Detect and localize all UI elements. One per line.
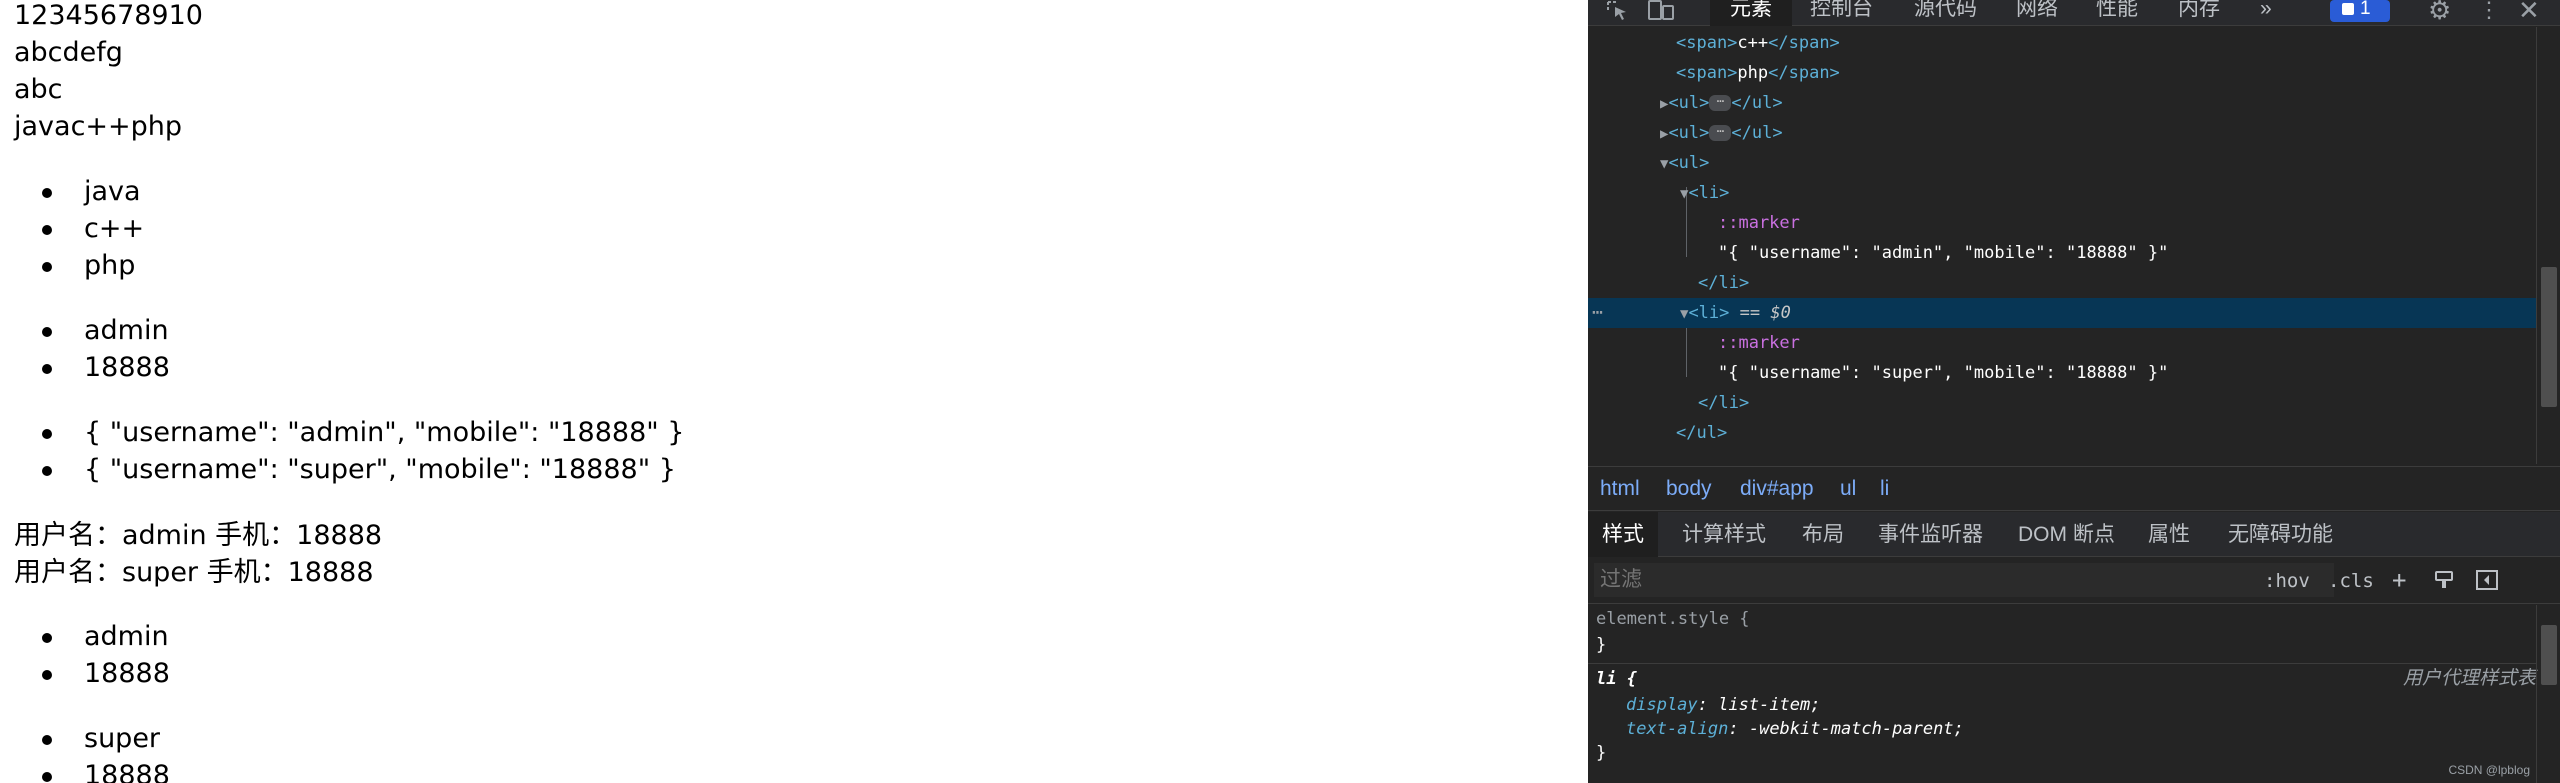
breadcrumb-div-app[interactable]: div#app bbox=[1740, 467, 1814, 510]
breadcrumb-ul[interactable]: ul bbox=[1840, 467, 1856, 510]
tab-sources[interactable]: 源代码 bbox=[1914, 0, 1977, 26]
list-item: 18888 bbox=[42, 349, 170, 386]
list-item: { "username": "super", "mobile": "18888"… bbox=[42, 451, 676, 488]
dom-node-ul[interactable]: ▼<ul> bbox=[1588, 148, 2536, 178]
dom-text-node[interactable]: "{ "username": "super", "mobile": "18888… bbox=[1588, 358, 2536, 388]
dom-pseudo-marker[interactable]: ::marker bbox=[1588, 208, 2536, 238]
list-item: admin bbox=[42, 618, 169, 655]
more-options-icon[interactable]: ⋮ bbox=[2478, 0, 2500, 22]
tab-console[interactable]: 控制台 bbox=[1810, 0, 1873, 26]
user-agent-stylesheet-label: 用户代理样式表 bbox=[2402, 668, 2536, 689]
scrollbar-thumb[interactable] bbox=[2541, 625, 2557, 685]
toggle-sidebar-icon[interactable] bbox=[2476, 570, 2498, 595]
css-declaration[interactable]: display: list-item; bbox=[1596, 693, 1821, 717]
styles-filter-bar: :hov .cls + bbox=[1588, 558, 2560, 604]
user-line: 用户名：super 手机：18888 bbox=[14, 557, 374, 588]
rule-close-brace: } bbox=[1596, 743, 1607, 763]
dom-node-ul-collapsed[interactable]: ▶<ul> ⋯ </ul> bbox=[1588, 118, 2536, 148]
ellipsis-icon: ⋯ bbox=[1709, 95, 1732, 111]
more-tabs-button[interactable]: » bbox=[2260, 0, 2272, 26]
list-item: php bbox=[41, 247, 135, 284]
dom-pseudo-marker[interactable]: ::marker bbox=[1588, 328, 2536, 358]
text-line: javac++php bbox=[14, 111, 183, 142]
styles-subtabs: 样式 计算样式 布局 事件监听器 DOM 断点 属性 无障碍功能 bbox=[1588, 512, 2560, 557]
rule-close-brace: } bbox=[1596, 635, 1607, 655]
dom-node-span[interactable]: <span>php</span> bbox=[1588, 58, 2536, 88]
list-item: 18888 bbox=[42, 757, 170, 783]
dom-node-li-close[interactable]: </li> bbox=[1588, 268, 2536, 298]
tab-layout[interactable]: 布局 bbox=[1802, 512, 1844, 557]
inspect-cursor-icon[interactable] bbox=[1606, 0, 1630, 22]
dom-node-span[interactable]: <span>c++</span> bbox=[1588, 28, 2536, 58]
list-item: 18888 bbox=[42, 655, 170, 692]
issues-badge[interactable]: 1 bbox=[2330, 0, 2390, 22]
dom-text-node[interactable]: "{ "username": "admin", "mobile": "18888… bbox=[1588, 238, 2536, 268]
rendered-page: 12345678910 abcdefg abc javac++php java … bbox=[0, 0, 1588, 783]
tab-accessibility[interactable]: 无障碍功能 bbox=[2228, 512, 2333, 557]
dom-node-li-close[interactable]: </li> bbox=[1588, 388, 2536, 418]
li-rule-selector[interactable]: li {用户代理样式表 bbox=[1596, 667, 2536, 691]
breadcrumb-html[interactable]: html bbox=[1600, 467, 1640, 510]
css-declaration[interactable]: text-align: -webkit-match-parent; bbox=[1596, 717, 1964, 741]
tab-dom-breakpoints[interactable]: DOM 断点 bbox=[2018, 512, 2115, 557]
message-icon bbox=[2342, 2, 2354, 15]
filter-input[interactable] bbox=[1594, 563, 2334, 597]
tab-styles[interactable]: 样式 bbox=[1588, 512, 1658, 557]
add-rule-icon[interactable]: + bbox=[2392, 566, 2406, 594]
ellipsis-icon: ⋯ bbox=[1709, 125, 1732, 141]
tab-properties[interactable]: 属性 bbox=[2148, 512, 2190, 557]
paint-brush-icon[interactable] bbox=[2434, 570, 2454, 595]
list-item: { "username": "admin", "mobile": "18888"… bbox=[41, 414, 684, 451]
gear-icon[interactable]: ⚙ bbox=[2428, 0, 2451, 23]
cls-button[interactable]: .cls bbox=[2328, 570, 2374, 592]
close-icon[interactable]: ✕ bbox=[2518, 0, 2540, 23]
dom-node-li[interactable]: ▼<li> bbox=[1588, 178, 2536, 208]
breadcrumb: html body div#app ul li bbox=[1588, 466, 2560, 511]
tab-computed[interactable]: 计算样式 bbox=[1682, 512, 1766, 557]
scrollbar-thumb[interactable] bbox=[2541, 267, 2557, 407]
styles-scrollbar[interactable] bbox=[2536, 605, 2560, 783]
hov-button[interactable]: :hov bbox=[2264, 570, 2310, 592]
watermark: CSDN @lpblog bbox=[2448, 763, 2530, 777]
dom-tree-scrollbar[interactable] bbox=[2536, 27, 2560, 464]
issues-count: 1 bbox=[2360, 0, 2371, 19]
list-item: admin bbox=[42, 312, 169, 349]
device-toolbar-icon[interactable] bbox=[1648, 0, 1676, 22]
dom-node-li-selected[interactable]: ⋯ ▼<li> == $0 bbox=[1588, 298, 2536, 328]
list-item: super bbox=[41, 720, 160, 757]
element-style-selector[interactable]: element.style { bbox=[1596, 607, 1750, 631]
tab-network[interactable]: 网络 bbox=[2016, 0, 2058, 26]
breadcrumb-li[interactable]: li bbox=[1880, 467, 1889, 510]
tab-elements[interactable]: 元素 bbox=[1710, 0, 1792, 26]
dom-node-ul-close[interactable]: </ul> bbox=[1588, 418, 2536, 448]
dom-node-ul-collapsed[interactable]: ▶<ul> ⋯ </ul> bbox=[1588, 88, 2536, 118]
devtools-panel: 元素 控制台 源代码 网络 性能 内存 » 1 ⚙ ⋮ ✕ <span>c++<… bbox=[1588, 0, 2560, 783]
dom-tree[interactable]: <span>c++</span> <span>php</span> ▶<ul> ⋯… bbox=[1588, 27, 2536, 464]
devtools-toolbar: 元素 控制台 源代码 网络 性能 内存 » 1 ⚙ ⋮ ✕ bbox=[1588, 0, 2560, 26]
list-item: java bbox=[42, 173, 141, 210]
user-line: 用户名：admin 手机：18888 bbox=[14, 520, 383, 551]
breadcrumb-body[interactable]: body bbox=[1666, 467, 1712, 510]
tab-performance[interactable]: 性能 bbox=[2096, 0, 2138, 26]
list-item: c++ bbox=[41, 210, 144, 247]
styles-pane: element.style { } li {用户代理样式表 display: l… bbox=[1588, 605, 2536, 783]
tab-event-listeners[interactable]: 事件监听器 bbox=[1878, 512, 1983, 557]
text-line: abc bbox=[14, 74, 63, 105]
rule-divider bbox=[1588, 663, 2536, 664]
tab-memory[interactable]: 内存 bbox=[2178, 0, 2220, 26]
more-icon: ⋯ bbox=[1592, 302, 1603, 323]
text-line: abcdefg bbox=[14, 37, 123, 68]
text-line: 12345678910 bbox=[14, 0, 203, 31]
